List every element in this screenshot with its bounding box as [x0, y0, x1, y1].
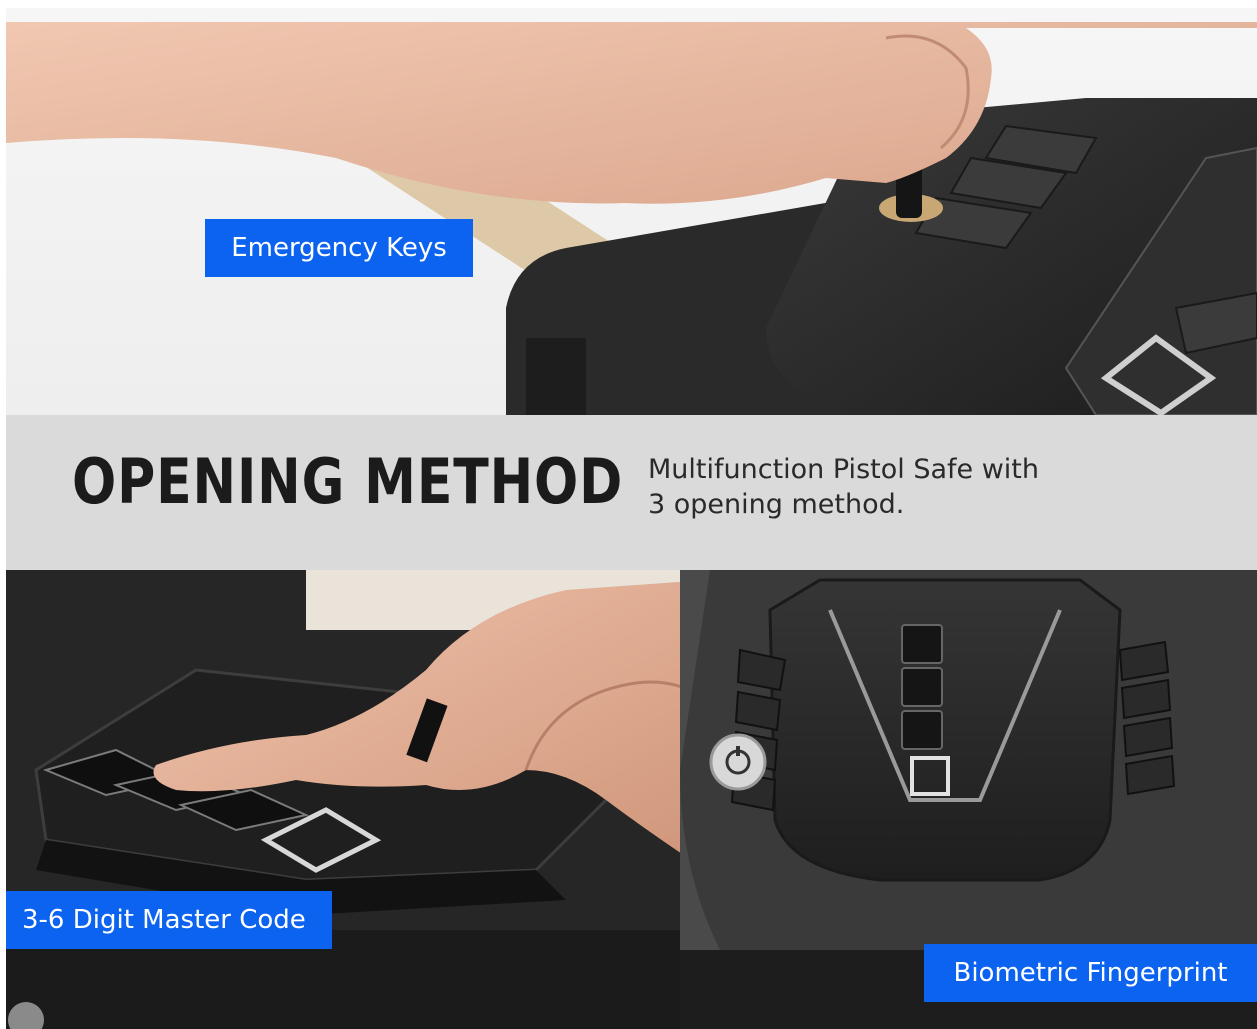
- emergency-keys-photo: Emergency Keys: [6, 8, 1257, 415]
- page-title: OPENING METHOD: [72, 445, 624, 518]
- fingerprint-label: Biometric Fingerprint: [924, 944, 1257, 1002]
- key-lock-icon: [709, 733, 767, 791]
- subtitle-line-2: 3 opening method.: [648, 489, 905, 520]
- safe-top-illustration: [6, 8, 1257, 415]
- master-code-photo: [6, 570, 706, 1029]
- product-feature-image: Emergency Keys OPENING METHOD Multifunct…: [0, 0, 1257, 1029]
- keypad-illustration: [6, 570, 706, 1029]
- master-code-label: 3-6 Digit Master Code: [6, 891, 332, 949]
- page-subtitle: Multifunction Pistol Safe with 3 opening…: [648, 452, 1128, 522]
- emergency-keys-label: Emergency Keys: [205, 219, 473, 277]
- subtitle-line-1: Multifunction Pistol Safe with: [648, 454, 1039, 485]
- section-header-band: OPENING METHOD Multifunction Pistol Safe…: [6, 415, 1257, 570]
